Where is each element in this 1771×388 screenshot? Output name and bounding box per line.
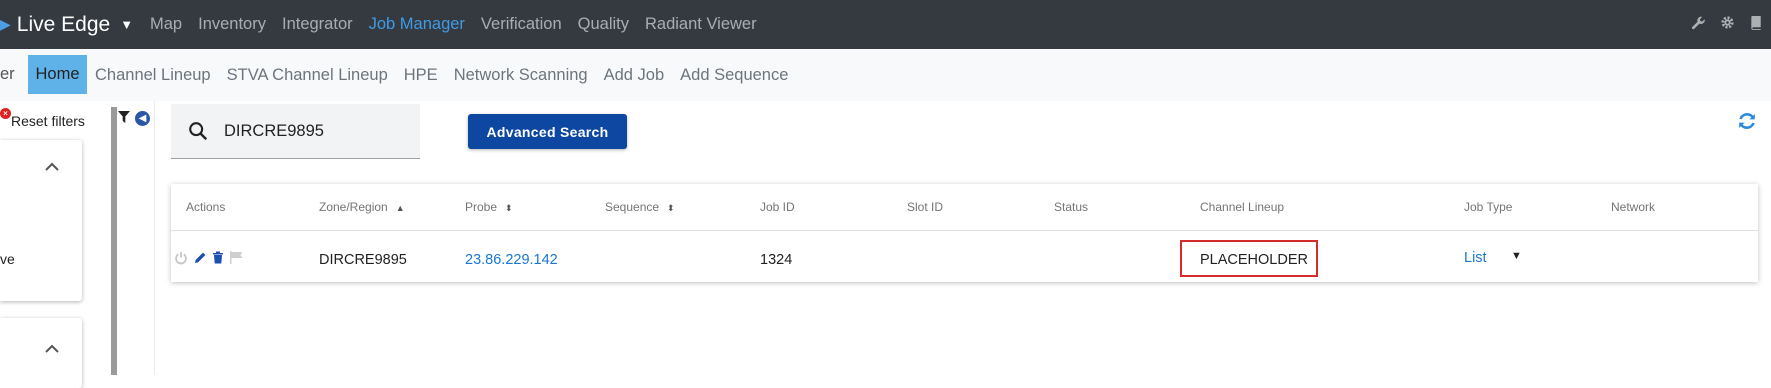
col-network: Network — [1611, 200, 1656, 214]
flag-icon[interactable] — [229, 251, 244, 267]
refresh-icon[interactable] — [1737, 111, 1757, 137]
collapse-left-icon[interactable]: ◀ — [135, 111, 150, 126]
search-input[interactable] — [224, 122, 404, 141]
nav-radiant-viewer[interactable]: Radiant Viewer — [645, 15, 757, 34]
close-icon[interactable]: × — [0, 108, 11, 119]
nav-map[interactable]: Map — [150, 15, 182, 34]
nav-verification[interactable]: Verification — [481, 15, 562, 34]
col-zone-region-label: Zone/Region — [319, 200, 388, 214]
col-probe[interactable]: Probe ⬍ — [465, 200, 513, 214]
col-actions: Actions — [186, 200, 226, 214]
panel-resize-handle[interactable] — [111, 107, 117, 375]
cell-channel-lineup: PLACEHOLDER — [1200, 252, 1308, 268]
tab-home[interactable]: Home — [28, 55, 87, 94]
book-icon[interactable] — [1742, 15, 1771, 34]
chevron-up-icon[interactable] — [45, 340, 59, 358]
nav-integrator[interactable]: Integrator — [282, 15, 353, 34]
nav-inventory[interactable]: Inventory — [198, 15, 266, 34]
sub-navbar: er Home Channel Lineup STVA Channel Line… — [0, 49, 1771, 101]
nav-quality[interactable]: Quality — [578, 15, 629, 34]
top-icons — [1684, 0, 1771, 49]
wrench-icon[interactable] — [1684, 15, 1713, 34]
col-slot-id: Slot ID — [907, 200, 944, 214]
probe-link[interactable]: 23.86.229.142 — [465, 252, 558, 268]
reset-filters-link[interactable]: Reset filters — [11, 113, 85, 129]
tab-add-sequence[interactable]: Add Sequence — [680, 66, 788, 85]
sort-icon[interactable]: ⬍ — [505, 203, 513, 213]
nav-job-manager[interactable]: Job Manager — [369, 15, 465, 34]
filter-icon[interactable] — [118, 111, 130, 126]
col-job-id: Job ID — [760, 200, 795, 214]
tab-hpe[interactable]: HPE — [404, 66, 438, 85]
tab-add-job[interactable]: Add Job — [604, 66, 665, 85]
chevron-down-icon: ▼ — [120, 17, 134, 32]
tab-channel-lineup[interactable]: Channel Lineup — [95, 66, 211, 85]
cell-zone-region: DIRCRE9895 — [319, 252, 407, 268]
search-icon — [189, 122, 208, 141]
col-job-type: Job Type — [1464, 200, 1513, 214]
search-field[interactable] — [171, 104, 420, 159]
trash-icon[interactable] — [212, 251, 224, 267]
jobs-table: Actions Zone/Region ▲ Probe ⬍ Sequence ⬍ Jo… — [171, 184, 1758, 282]
col-sequence-label: Sequence — [605, 200, 660, 214]
col-probe-label: Probe — [465, 200, 498, 214]
col-status: Status — [1054, 200, 1089, 214]
divider — [154, 101, 155, 375]
subnav-truncated-item[interactable]: er — [0, 65, 15, 84]
filter-card — [0, 318, 82, 388]
col-sequence[interactable]: Sequence ⬍ — [605, 200, 675, 214]
advanced-search-button[interactable]: Advanced Search — [468, 114, 627, 149]
subnav-items: Channel Lineup STVA Channel Lineup HPE N… — [95, 49, 804, 101]
brand-name: Live Edge — [16, 12, 111, 36]
tab-network-scanning[interactable]: Network Scanning — [454, 66, 588, 85]
col-channel-lineup: Channel Lineup — [1200, 200, 1285, 214]
sort-icon[interactable]: ▲ — [396, 203, 405, 213]
tab-stva-channel-lineup[interactable]: STVA Channel Lineup — [227, 66, 388, 85]
filter-card: ve — [0, 140, 82, 301]
cell-job-id: 1324 — [760, 252, 793, 268]
sort-icon[interactable]: ⬍ — [667, 203, 675, 213]
col-zone-region[interactable]: Zone/Region ▲ — [319, 200, 405, 214]
power-icon[interactable] — [174, 251, 188, 268]
main-nav: Map Inventory Integrator Job Manager Ver… — [150, 0, 773, 49]
brand-arrow-icon: ▶ — [0, 16, 11, 32]
caret-down-icon[interactable]: ▼ — [1511, 250, 1522, 262]
table-header: Actions Zone/Region ▲ Probe ⬍ Sequence ⬍ Jo… — [171, 184, 1758, 231]
top-navbar: ▶ Live Edge ▼ Map Inventory Integrator J… — [0, 0, 1771, 49]
gear-icon[interactable] — [1713, 15, 1742, 34]
job-type-dropdown[interactable]: List — [1464, 250, 1487, 266]
chevron-up-icon[interactable] — [45, 158, 59, 176]
edit-icon[interactable] — [194, 251, 207, 267]
brand-dropdown[interactable]: ▶ Live Edge ▼ — [0, 0, 133, 49]
filter-option-label[interactable]: ve — [0, 251, 15, 267]
